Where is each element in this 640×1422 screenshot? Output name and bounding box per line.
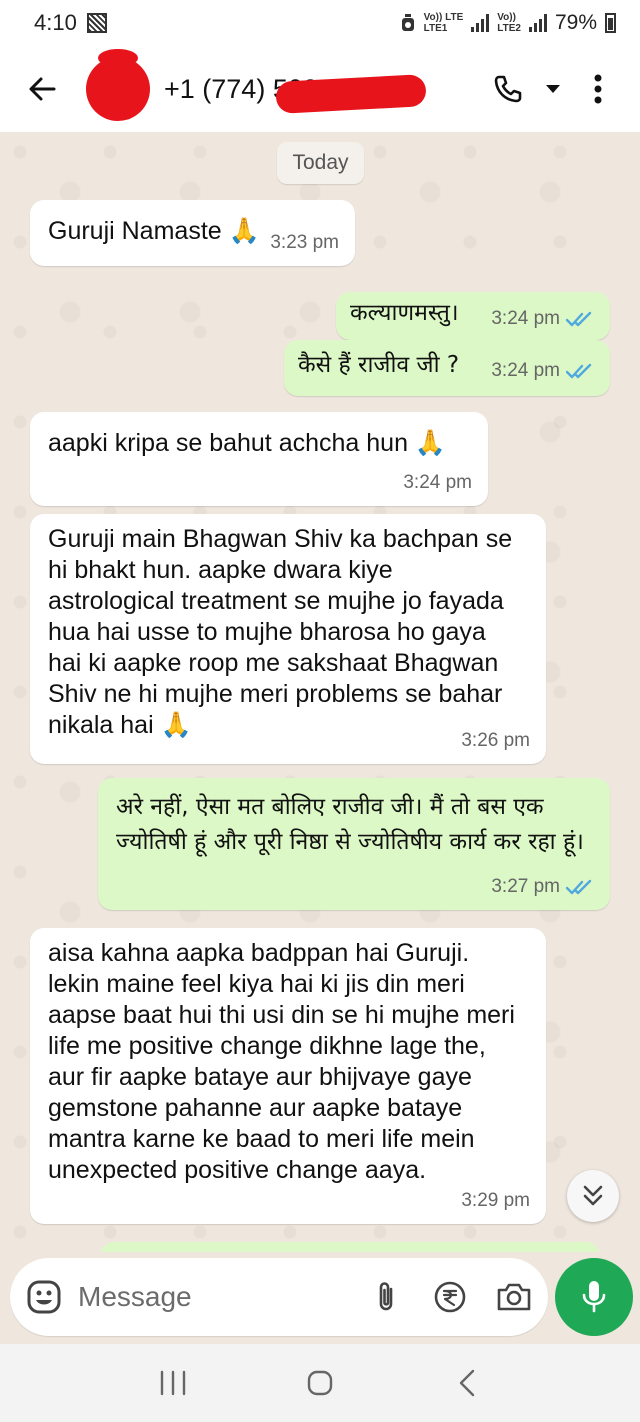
- message-meta: 3:24 pm: [491, 303, 594, 334]
- paperclip-icon: [379, 1282, 393, 1311]
- status-time: 4:10: [34, 10, 77, 35]
- read-receipt-icon: [566, 363, 592, 378]
- call-options-dropdown[interactable]: [542, 69, 564, 109]
- payment-button[interactable]: [430, 1277, 470, 1317]
- composer: [10, 1258, 548, 1336]
- message-text: aisa kahna aapka badppan hai Guruji. lek…: [48, 939, 515, 1184]
- message-meta: 3:27 pm: [491, 871, 594, 902]
- message-outgoing[interactable]: कैसे हैं राजीव जी ? 3:24 pm: [284, 340, 610, 396]
- sim2-sub: LTE2: [497, 23, 521, 34]
- menu-button[interactable]: [578, 69, 618, 109]
- message-outgoing[interactable]: अरे नहीं, ऐसा मत बोलिए राजीव जी। मैं तो …: [98, 778, 610, 910]
- status-indicators: Vo)) LTE LTE1 Vo)) LTE2 79%: [400, 11, 616, 35]
- sim2-label: Vo)): [497, 12, 516, 23]
- composer-bar: [0, 1252, 640, 1344]
- sim2-indicator: Vo)) LTE2: [497, 12, 521, 34]
- gallery-notification-icon: [86, 13, 107, 33]
- message-time: 3:27 pm: [491, 876, 560, 897]
- sim1-sub: LTE1: [423, 23, 448, 34]
- double-chevron-down-icon: [583, 1185, 603, 1206]
- arrow-left-icon: [29, 77, 56, 101]
- sim1-label: Vo)) LTE: [423, 12, 464, 23]
- back-nav-button[interactable]: [437, 1353, 497, 1413]
- message-meta: 3:23 pm: [270, 227, 339, 258]
- message-meta: 3:24 pm: [403, 467, 472, 498]
- message-text: अरे नहीं, ऐसा मत बोलिए राजीव जी। मैं तो …: [116, 794, 584, 855]
- message-time: 3:24 pm: [491, 360, 560, 381]
- composer-actions: [366, 1277, 534, 1317]
- chevron-left-icon: [459, 1369, 474, 1397]
- message-incoming[interactable]: aapki kripa se bahut achcha hun 🙏 3:24 p…: [30, 412, 488, 506]
- signal-1-icon: [471, 14, 490, 32]
- phone-icon: [494, 75, 522, 103]
- message-incoming[interactable]: aisa kahna aapka badppan hai Guruji. lek…: [30, 928, 546, 1224]
- home-button[interactable]: [290, 1353, 350, 1413]
- partial-message-outgoing: [100, 1242, 600, 1252]
- system-nav-bar: [0, 1344, 640, 1422]
- status-bar: 4:10 Vo)) LTE LTE1 Vo)) LTE2 79%: [0, 0, 640, 46]
- message-meta: 3:24 pm: [491, 355, 594, 386]
- mic-icon: [582, 1281, 606, 1313]
- emoji-icon: [27, 1280, 61, 1314]
- rupee-icon: [434, 1281, 466, 1313]
- avatar[interactable]: [86, 49, 150, 121]
- battery-icon: [605, 13, 616, 33]
- caret-down-icon: [546, 85, 560, 93]
- contact-name[interactable]: +1 (774) 503 0000: [164, 74, 427, 114]
- message-incoming[interactable]: Guruji Namaste 🙏 3:23 pm: [30, 200, 355, 266]
- voice-message-button[interactable]: [555, 1258, 633, 1336]
- message-time: 3:23 pm: [270, 232, 339, 253]
- message-incoming[interactable]: Guruji main Bhagwan Shiv ka bachpan se h…: [30, 514, 546, 764]
- camera-button[interactable]: [494, 1277, 534, 1317]
- message-meta: 3:26 pm: [461, 725, 530, 756]
- camera-icon: [497, 1283, 531, 1311]
- message-meta: 3:29 pm: [461, 1185, 530, 1216]
- attach-button[interactable]: [366, 1277, 406, 1317]
- home-icon: [307, 1370, 333, 1396]
- recent-apps-button[interactable]: [143, 1353, 203, 1413]
- call-button[interactable]: [488, 69, 528, 109]
- message-time: 3:29 pm: [461, 1190, 530, 1211]
- signal-2-icon: [528, 14, 547, 32]
- header-actions: [488, 69, 640, 109]
- read-receipt-icon: [566, 311, 592, 326]
- chat-header: +1 (774) 503 0000: [0, 46, 640, 132]
- chat-area[interactable]: Today Guruji Namaste 🙏 3:23 pm कल्याणमस्…: [0, 132, 640, 1252]
- recent-apps-icon: [161, 1370, 186, 1396]
- alarm-icon: [401, 14, 414, 31]
- back-button[interactable]: [12, 59, 72, 119]
- more-vertical-icon: [594, 74, 602, 104]
- sim1-indicator: Vo)) LTE LTE1: [424, 12, 464, 34]
- message-time: 3:24 pm: [403, 472, 472, 493]
- message-time: 3:24 pm: [491, 308, 560, 329]
- message-outgoing[interactable]: कल्याणमस्तु। 3:24 pm: [336, 292, 610, 340]
- message-text: aapki kripa se bahut achcha hun 🙏: [48, 429, 447, 457]
- message-text: Guruji main Bhagwan Shiv ka bachpan se h…: [48, 525, 513, 739]
- message-input[interactable]: [78, 1281, 318, 1313]
- emoji-button[interactable]: [24, 1277, 64, 1317]
- scroll-to-bottom-button[interactable]: [567, 1170, 619, 1222]
- date-chip: Today: [277, 142, 364, 184]
- message-time: 3:26 pm: [461, 730, 530, 751]
- read-receipt-icon: [566, 879, 592, 894]
- battery-percent: 79%: [554, 11, 597, 34]
